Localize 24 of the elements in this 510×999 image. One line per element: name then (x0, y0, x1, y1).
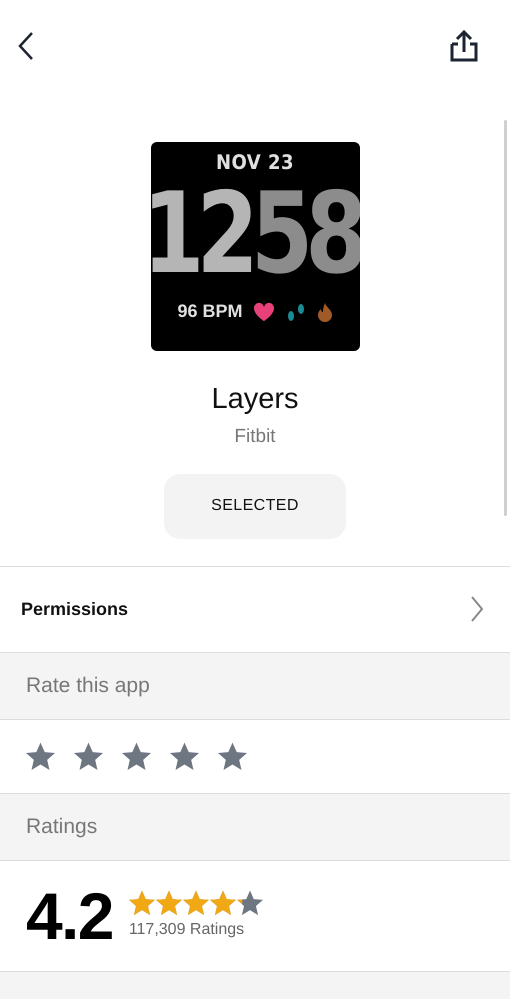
watch-date: NOV 23 (216, 150, 294, 174)
ratings-header: Ratings (26, 814, 98, 840)
star-icon (156, 890, 182, 916)
heart-icon (252, 302, 275, 322)
app-name: Layers (211, 382, 299, 417)
average-rating: 4.2 (26, 882, 113, 948)
heart-rate-reading: 96 BPM (177, 300, 243, 323)
ratings-count: 117,309 Ratings (128, 920, 246, 940)
star-icon[interactable] (218, 742, 247, 770)
star-icon[interactable] (170, 742, 199, 770)
permissions-label: Permissions (21, 598, 128, 620)
flame-icon (316, 302, 333, 322)
star-icon (236, 890, 263, 916)
star-icon[interactable] (26, 742, 55, 770)
selected-button[interactable]: SELECTED (164, 474, 346, 538)
star-icon[interactable] (74, 742, 103, 770)
star-icon (210, 890, 236, 916)
developer-name: Fitbit (234, 425, 276, 449)
star-icon (128, 890, 155, 916)
watch-time: 1258 (150, 174, 360, 294)
star-icon (182, 890, 209, 916)
chevron-right-icon (470, 596, 484, 622)
star-icon[interactable] (122, 742, 151, 770)
rate-header: Rate this app (26, 672, 150, 699)
